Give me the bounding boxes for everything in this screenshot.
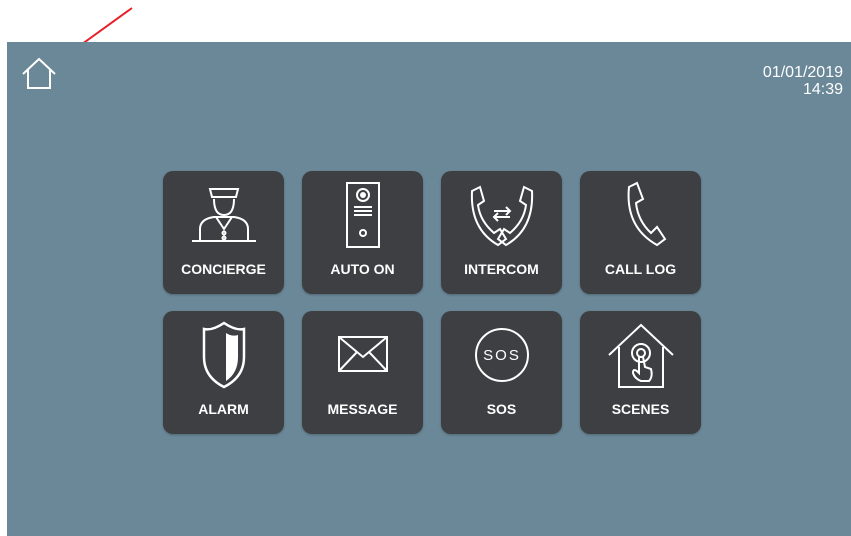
date-time: 01/01/2019 14:39 xyxy=(763,64,843,98)
call-log-label: CALL LOG xyxy=(604,261,677,277)
call-log-button[interactable]: CALL LOG xyxy=(580,171,701,294)
time-text: 14:39 xyxy=(802,81,843,98)
concierge-label: CONCIERGE xyxy=(181,261,266,277)
auto-on-label: AUTO ON xyxy=(330,261,395,277)
intercom-screen: 01/01/2019 14:39 CONCIERGE AUTO ON INTER… xyxy=(7,42,851,536)
intercom-button[interactable]: INTERCOM xyxy=(441,171,562,294)
sos-icon: SOS xyxy=(474,328,529,382)
smart-home-icon xyxy=(607,323,674,388)
message-button[interactable]: MESSAGE xyxy=(302,311,423,434)
intercom-icon xyxy=(470,185,533,247)
svg-text:SOS: SOS xyxy=(483,347,521,364)
scenes-label: SCENES xyxy=(611,401,670,417)
alarm-button[interactable]: ALARM xyxy=(163,311,284,434)
sos-label: SOS xyxy=(486,401,517,417)
home-button[interactable] xyxy=(19,56,59,92)
intercom-label: INTERCOM xyxy=(464,261,539,277)
sos-button[interactable]: SOS SOS xyxy=(441,311,562,434)
shield-icon xyxy=(202,321,245,389)
auto-on-button[interactable]: AUTO ON xyxy=(302,171,423,294)
concierge-icon xyxy=(191,188,256,242)
concierge-button[interactable]: CONCIERGE xyxy=(163,171,284,294)
phone-icon xyxy=(627,181,666,247)
app-grid: CONCIERGE AUTO ON INTERCOM CALL LOG ALAR… xyxy=(163,171,701,434)
date-text: 01/01/2019 xyxy=(762,64,843,81)
alarm-label: ALARM xyxy=(198,401,249,417)
scenes-button[interactable]: SCENES xyxy=(580,311,701,434)
message-label: MESSAGE xyxy=(327,401,398,417)
home-icon xyxy=(22,57,56,89)
door-station-icon xyxy=(345,182,380,248)
envelope-icon xyxy=(337,336,388,372)
